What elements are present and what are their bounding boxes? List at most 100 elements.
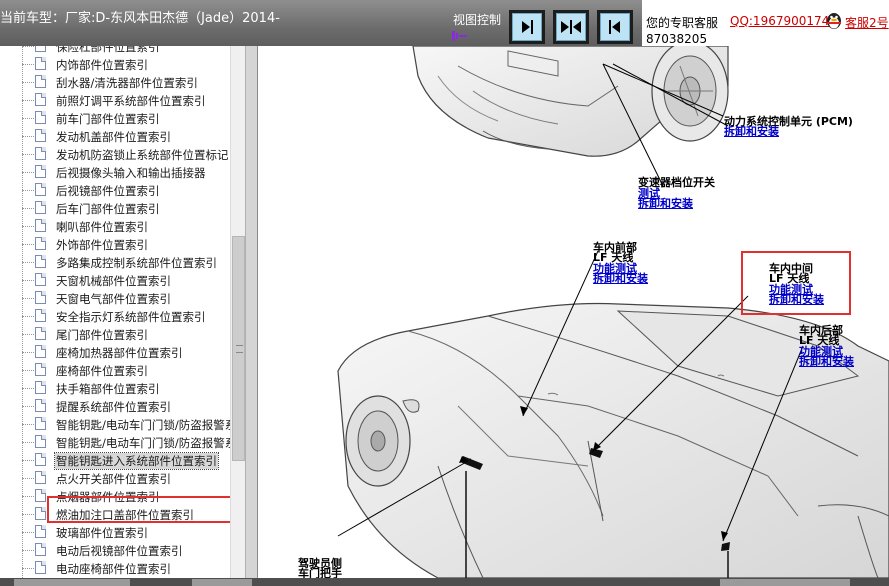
sidebar-item-label[interactable]: 电动座椅部件位置索引 <box>56 561 171 577</box>
sidebar-item[interactable]: 智能钥匙/电动车门门锁/防盗报警系 <box>0 433 236 451</box>
sidebar-item[interactable]: 尾门部件位置索引 <box>0 325 230 343</box>
document-icon <box>35 381 46 394</box>
document-icon <box>35 57 46 70</box>
sidebar-item-label[interactable]: 天窗机械部件位置索引 <box>56 273 171 289</box>
document-icon <box>35 309 46 322</box>
sidebar-item-label[interactable]: 后视摄像头输入和输出插接器 <box>56 165 206 181</box>
sidebar-item[interactable]: 天窗机械部件位置索引 <box>0 271 230 289</box>
sidebar-item[interactable]: 后视摄像头输入和输出插接器 <box>0 163 230 181</box>
arrow-left-bar-icon <box>609 20 620 34</box>
document-icon <box>35 201 46 214</box>
tree-branch-line <box>22 478 34 479</box>
sidebar-item[interactable]: 后视镜部件位置索引 <box>0 181 230 199</box>
sidebar-item-label[interactable]: 智能钥匙/电动车门门锁/防盗报警系 <box>56 435 236 451</box>
sidebar-item-label[interactable]: 电动后视镜部件位置索引 <box>56 543 183 559</box>
expand-left-button[interactable] <box>597 10 633 44</box>
shift-switch-remove-link[interactable]: 拆卸和安装 <box>638 198 693 209</box>
sidebar-item-label[interactable]: 天窗电气部件位置索引 <box>56 291 171 307</box>
sidebar-item[interactable]: 座椅加热器部件位置索引 <box>0 343 230 361</box>
bottom-scroll-segment-left[interactable] <box>14 579 130 586</box>
sidebar-item[interactable]: 电动后视镜部件位置索引 <box>0 541 230 559</box>
tree-branch-line <box>22 496 34 497</box>
sidebar-item-label[interactable]: 点火开关部件位置索引 <box>56 471 171 487</box>
diagram-pane: 动力系统控制单元 (PCM) 拆卸和安装 变速器档位开关 测试 拆卸和安装 车内… <box>258 46 889 578</box>
sidebar-item[interactable]: 智能钥匙进入系统部件位置索引 <box>0 451 230 470</box>
sidebar-item[interactable]: 外饰部件位置索引 <box>0 235 230 253</box>
sidebar-item[interactable]: 前照灯调平系统部件位置索引 <box>0 91 230 109</box>
sidebar-item-label[interactable]: 尾门部件位置索引 <box>56 327 148 343</box>
document-icon <box>35 489 46 502</box>
tree-branch-line <box>22 172 34 173</box>
sidebar-item-label[interactable]: 后视镜部件位置索引 <box>56 183 160 199</box>
sidebar-item-label[interactable]: 内饰部件位置索引 <box>56 57 148 73</box>
sidebar-item-label[interactable]: 发动机防盗锁止系统部件位置标记 <box>56 147 229 163</box>
sidebar-item[interactable]: 天窗电气部件位置索引 <box>0 289 230 307</box>
split-view-button[interactable] <box>553 10 589 44</box>
pcm-remove-install-link[interactable]: 拆卸和安装 <box>724 126 779 137</box>
document-icon <box>35 471 46 484</box>
sidebar-item[interactable]: 玻璃部件位置索引 <box>0 523 230 541</box>
sidebar-item-label[interactable]: 扶手箱部件位置索引 <box>56 381 160 397</box>
tree-branch-line <box>22 244 34 245</box>
rear-antenna-remove-link[interactable]: 拆卸和安装 <box>799 356 854 367</box>
sidebar-item-label[interactable]: 后车门部件位置索引 <box>56 201 160 217</box>
document-icon <box>35 219 46 232</box>
kefu-link[interactable]: 客服2号 <box>845 14 889 31</box>
sidebar-item[interactable]: 安全指示灯系统部件位置索引 <box>0 307 230 325</box>
sidebar-item[interactable]: 前车门部件位置索引 <box>0 109 230 127</box>
qq-contact-link[interactable]: QQ:1967900174 <box>730 14 829 28</box>
sidebar-item-label[interactable]: 玻璃部件位置索引 <box>56 525 148 541</box>
sidebar-item-label[interactable]: 发动机盖部件位置索引 <box>56 129 171 145</box>
tree-branch-line <box>22 46 34 47</box>
sidebar-item[interactable]: 内饰部件位置索引 <box>0 55 230 73</box>
support-panel: 您的专职客服 QQ:1967900174 客服2号 87038205 <box>642 0 889 46</box>
document-icon <box>35 273 46 286</box>
sidebar-item[interactable]: 电动座椅部件位置索引 <box>0 559 230 577</box>
sidebar-item-label[interactable]: 喇叭部件位置索引 <box>56 219 148 235</box>
sidebar-item[interactable]: 保险杠部件位置索引 <box>0 46 230 55</box>
view-slider-icon[interactable] <box>452 30 468 42</box>
front-antenna-remove-link[interactable]: 拆卸和安装 <box>593 273 648 284</box>
top-car-drawing <box>412 46 729 157</box>
pane-splitter[interactable] <box>245 46 258 578</box>
sidebar-item-label[interactable]: 多路集成控制系统部件位置索引 <box>56 255 217 271</box>
sidebar-item-label[interactable]: 提醒系统部件位置索引 <box>56 399 171 415</box>
sidebar-item[interactable]: 座椅部件位置索引 <box>0 361 230 379</box>
sidebar-item-label[interactable]: 安全指示灯系统部件位置索引 <box>56 309 206 325</box>
sidebar-scrollbar[interactable] <box>230 46 245 578</box>
sidebar-item[interactable]: 发动机防盗锁止系统部件位置标记 <box>0 145 230 163</box>
sidebar-item-label[interactable]: 前照灯调平系统部件位置索引 <box>56 93 206 109</box>
document-icon <box>35 75 46 88</box>
sidebar-scrollbar-thumb[interactable] <box>232 236 245 461</box>
scrollbar-grip-icon <box>236 345 243 353</box>
collapse-left-button[interactable] <box>509 10 545 44</box>
sidebar-item[interactable]: 刮水器/清洗器部件位置索引 <box>0 73 230 91</box>
sidebar-item-label[interactable]: 座椅加热器部件位置索引 <box>56 345 183 361</box>
sidebar-item-label[interactable]: 智能钥匙/电动车门门锁/防盗报警系 <box>56 417 236 433</box>
sidebar-item[interactable]: 扶手箱部件位置索引 <box>0 379 230 397</box>
bottom-scroll-segment-right[interactable] <box>720 579 850 586</box>
sidebar-item[interactable]: 点火开关部件位置索引 <box>0 469 230 487</box>
bottom-scroll-segment-mid[interactable] <box>192 579 252 586</box>
sidebar-item[interactable]: 喇叭部件位置索引 <box>0 217 230 235</box>
split-arrows-icon <box>561 20 581 34</box>
sidebar-item-label[interactable]: 智能钥匙进入系统部件位置索引 <box>54 452 219 470</box>
sidebar-item-label[interactable]: 外饰部件位置索引 <box>56 237 148 253</box>
sidebar-item-label[interactable]: 前车门部件位置索引 <box>56 111 160 127</box>
sidebar-item[interactable]: 提醒系统部件位置索引 <box>0 397 230 415</box>
sidebar-item-label[interactable]: 座椅部件位置索引 <box>56 363 148 379</box>
tree-branch-line <box>22 118 34 119</box>
sidebar-item[interactable]: 发动机盖部件位置索引 <box>0 127 230 145</box>
tree-branch-line <box>22 532 34 533</box>
sidebar-item[interactable]: 智能钥匙/电动车门门锁/防盗报警系 <box>0 415 236 433</box>
sidebar-item[interactable]: 多路集成控制系统部件位置索引 <box>0 253 230 271</box>
sidebar-item[interactable]: 后车门部件位置索引 <box>0 199 230 217</box>
bottom-scroll-strip[interactable] <box>0 578 889 586</box>
qq-penguin-icon[interactable] <box>825 10 843 30</box>
sidebar-item-label[interactable]: 保险杠部件位置索引 <box>56 46 160 55</box>
arrow-right-bar-icon <box>522 20 533 34</box>
document-icon <box>35 129 46 142</box>
middle-antenna-remove-link[interactable]: 拆卸和安装 <box>769 294 824 305</box>
sidebar-item-label[interactable]: 刮水器/清洗器部件位置索引 <box>56 75 198 91</box>
top-toolbar: 当前车型：厂家:D-东风本田杰德（Jade）2014- 视图控制 您的专职客服 … <box>0 0 889 46</box>
